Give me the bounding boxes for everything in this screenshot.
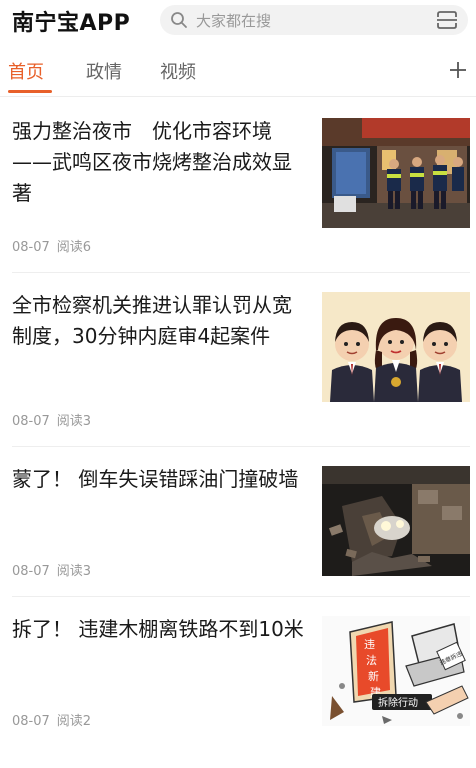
news-title[interactable]: 拆了！ 违建木棚离铁路不到10米: [12, 614, 304, 645]
svg-text:法: 法: [366, 653, 377, 667]
news-thumbnail[interactable]: [322, 292, 470, 402]
news-reads: 阅读3: [56, 564, 92, 579]
news-item[interactable]: 全市检察机关推进认罪认罚从宽制度，30分钟内庭审4起案件 08-07 阅读3: [0, 282, 476, 432]
svg-text:拆除行动: 拆除行动: [378, 696, 418, 709]
news-item[interactable]: 强力整治夜市 优化市容环境——武鸣区夜市烧烤整治成效显著 08-07 阅读6: [0, 108, 476, 258]
top-bar: 南宁宝APP 大家都在搜: [0, 0, 476, 42]
news-title[interactable]: 强力整治夜市 优化市容环境——武鸣区夜市烧烤整治成效显著: [12, 116, 304, 209]
item-divider: [12, 596, 470, 597]
news-title[interactable]: 全市检察机关推进认罪认罚从宽制度，30分钟内庭审4起案件: [12, 290, 304, 352]
search-placeholder: 大家都在搜: [196, 12, 272, 30]
news-thumbnail[interactable]: 违 法 新 建 拆除行动 违章拆违: [322, 616, 470, 726]
news-reads: 阅读3: [56, 414, 92, 429]
app-title: 南宁宝APP: [12, 11, 131, 36]
scan-icon[interactable]: [436, 10, 458, 30]
news-reads: 阅读2: [56, 714, 92, 729]
item-divider: [12, 272, 470, 273]
news-meta: 08-07 阅读2: [12, 710, 98, 729]
add-channel-icon[interactable]: [448, 60, 468, 80]
news-date: 08-07: [12, 414, 50, 429]
item-divider: [12, 446, 470, 447]
news-meta: 08-07 阅读6: [12, 236, 98, 255]
prosecutors-cartoon: [322, 292, 470, 402]
tabs-divider: [0, 96, 476, 97]
police-patrol-photo: [322, 118, 470, 228]
news-meta: 08-07 阅读3: [12, 560, 98, 579]
news-reads: 阅读6: [56, 240, 92, 255]
news-thumbnail[interactable]: [322, 466, 470, 576]
news-item[interactable]: 蒙了！ 倒车失误错踩油门撞破墙 08-07 阅读3: [0, 456, 476, 606]
channel-tabs: 首页 政情 视频: [0, 48, 476, 94]
svg-text:新: 新: [368, 669, 379, 683]
svg-text:违: 违: [364, 638, 375, 651]
news-date: 08-07: [12, 564, 50, 579]
active-tab-indicator: [8, 90, 52, 93]
search-bar[interactable]: 大家都在搜: [160, 5, 468, 35]
tab-home[interactable]: 首页: [8, 58, 44, 84]
news-item[interactable]: 拆了！ 违建木棚离铁路不到10米 08-07 阅读2 违 法 新 建 拆除行动 违…: [0, 606, 476, 756]
news-meta: 08-07 阅读3: [12, 410, 98, 429]
demolition-cartoon: 违 法 新 建 拆除行动 违章拆违: [322, 616, 470, 726]
car-crash-photo: [322, 466, 470, 576]
news-date: 08-07: [12, 240, 50, 255]
news-title[interactable]: 蒙了！ 倒车失误错踩油门撞破墙: [12, 464, 304, 495]
news-thumbnail[interactable]: [322, 118, 470, 228]
news-date: 08-07: [12, 714, 50, 729]
tab-politics[interactable]: 政情: [86, 58, 122, 84]
search-icon: [171, 12, 187, 28]
tab-video[interactable]: 视频: [160, 58, 196, 84]
